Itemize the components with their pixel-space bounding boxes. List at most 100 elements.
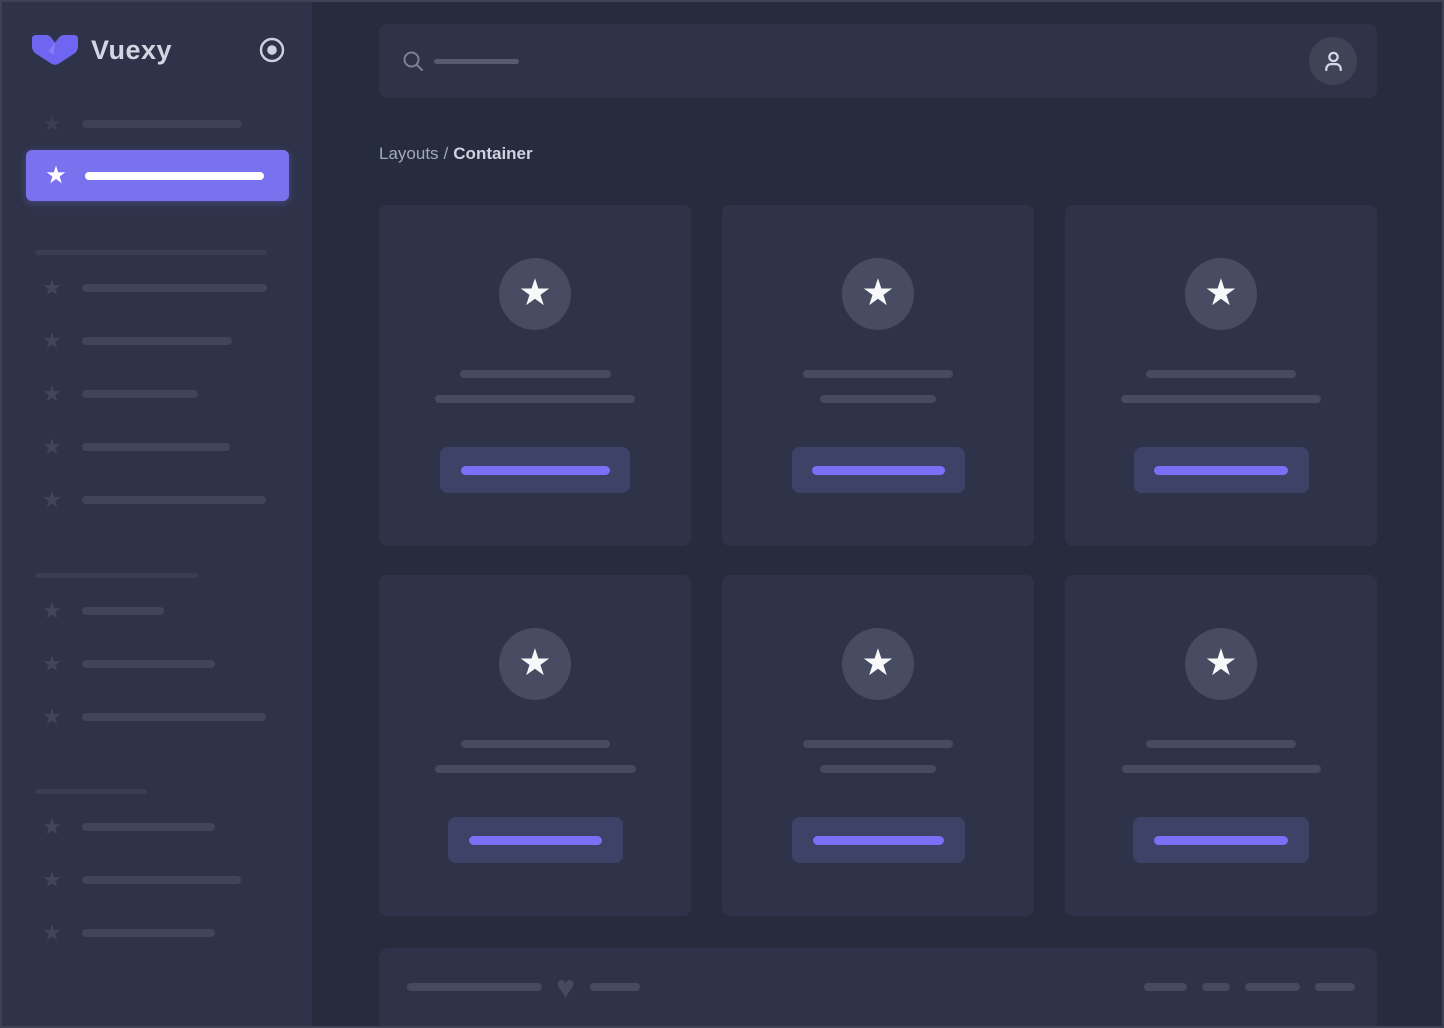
star-icon: ★ <box>1204 272 1238 313</box>
card-action-button[interactable] <box>791 447 965 493</box>
star-icon: ★ <box>518 642 552 683</box>
star-icon: ★ <box>42 866 62 892</box>
search-bar[interactable] <box>379 24 1377 98</box>
button-label-bar <box>468 835 602 845</box>
sidebar-item[interactable]: ★ <box>2 314 312 367</box>
card-avatar-circle: ★ <box>1185 258 1257 330</box>
sidebar: Vuexy ★ ★ ★ ★ ★ ★ ★ ★ ★ ★ ★ ★ ★ <box>2 2 312 1026</box>
skeleton-text-bar <box>435 395 635 403</box>
app-window: Vuexy ★ ★ ★ ★ ★ ★ ★ ★ ★ ★ ★ ★ ★ Layouts … <box>0 0 1444 1028</box>
star-icon: ★ <box>42 486 62 512</box>
skeleton-label-bar <box>82 659 215 668</box>
sidebar-item[interactable]: ★ <box>2 853 312 906</box>
star-icon: ★ <box>45 161 67 189</box>
star-icon: ★ <box>861 272 895 313</box>
sidebar-item[interactable]: ★ <box>2 473 312 526</box>
skeleton-text-bar <box>1146 740 1296 748</box>
placeholder-card: ★ <box>722 575 1034 916</box>
star-icon: ★ <box>42 433 62 459</box>
skeleton-text-bar <box>434 765 636 773</box>
breadcrumb-separator: / <box>443 144 449 163</box>
placeholder-card: ★ <box>1065 205 1377 546</box>
star-icon: ★ <box>861 642 895 683</box>
placeholder-card: ★ <box>379 205 691 546</box>
button-label-bar <box>1154 835 1288 845</box>
star-icon: ★ <box>42 111 62 136</box>
skeleton-label-bar <box>82 928 215 937</box>
footer: ♥ <box>379 948 1377 1026</box>
skeleton-label-bar <box>82 875 241 884</box>
sidebar-section-header-bar <box>35 250 267 255</box>
sidebar-item[interactable]: ★ <box>2 367 312 420</box>
brand-title: Vuexy <box>91 34 173 65</box>
user-avatar-button[interactable] <box>1309 37 1357 85</box>
card-avatar-circle: ★ <box>499 628 571 700</box>
skeleton-label-bar <box>82 712 266 721</box>
breadcrumb-parent[interactable]: Layouts <box>379 144 439 163</box>
footer-link-bar <box>1202 983 1230 991</box>
sidebar-item-active[interactable]: ★ <box>26 150 289 201</box>
sidebar-item[interactable]: ★ <box>2 690 312 743</box>
star-icon: ★ <box>42 380 62 406</box>
card-action-button[interactable] <box>1133 447 1309 493</box>
star-icon: ★ <box>1204 642 1238 683</box>
card-action-button[interactable] <box>791 817 965 863</box>
star-icon: ★ <box>42 919 62 945</box>
sidebar-section-header-bar <box>35 789 147 794</box>
search-placeholder-bar <box>434 58 519 64</box>
star-icon: ★ <box>42 703 62 729</box>
breadcrumb-current: Container <box>453 144 533 163</box>
sidebar-section-header-bar <box>35 573 198 578</box>
radio-dot-icon[interactable] <box>258 36 286 64</box>
skeleton-label-bar <box>82 120 242 128</box>
heart-icon: ♥ <box>556 969 575 1005</box>
skeleton-text-bar <box>1121 395 1321 403</box>
button-label-bar <box>1154 465 1288 475</box>
button-label-bar <box>460 465 610 475</box>
skeleton-text-bar <box>803 740 953 748</box>
footer-link-bar <box>1144 983 1187 991</box>
footer-link-bar <box>1315 983 1355 991</box>
sidebar-item[interactable]: ★ <box>2 420 312 473</box>
card-avatar-circle: ★ <box>842 628 914 700</box>
button-label-bar <box>812 835 944 845</box>
sidebar-item[interactable]: ★ <box>2 261 312 314</box>
skeleton-label-bar <box>82 442 230 451</box>
sidebar-item[interactable]: ★ <box>2 98 312 150</box>
card-action-button[interactable] <box>440 447 630 493</box>
skeleton-label-bar <box>85 171 264 180</box>
sidebar-item[interactable]: ★ <box>2 800 312 853</box>
star-icon: ★ <box>42 597 62 623</box>
card-grid: ★ ★ ★ ★ ★ ★ <box>379 205 1377 916</box>
person-icon <box>1324 51 1342 71</box>
placeholder-card: ★ <box>1065 575 1377 916</box>
placeholder-card: ★ <box>722 205 1034 546</box>
star-icon: ★ <box>42 327 62 353</box>
skeleton-text-bar <box>803 370 953 378</box>
card-action-button[interactable] <box>447 817 623 863</box>
skeleton-text-bar <box>459 370 611 378</box>
card-avatar-circle: ★ <box>499 258 571 330</box>
skeleton-label-bar <box>82 336 232 345</box>
placeholder-card: ★ <box>379 575 691 916</box>
breadcrumb: Layouts / Container <box>379 144 1377 164</box>
sidebar-item[interactable]: ★ <box>2 584 312 637</box>
card-avatar-circle: ★ <box>1185 628 1257 700</box>
sidebar-item[interactable]: ★ <box>2 906 312 959</box>
star-icon: ★ <box>42 650 62 676</box>
card-avatar-circle: ★ <box>842 258 914 330</box>
skeleton-text-bar <box>1146 370 1296 378</box>
button-label-bar <box>811 465 945 475</box>
vuexy-logo-icon <box>32 35 78 65</box>
skeleton-label-bar <box>82 389 198 398</box>
search-icon <box>403 51 423 71</box>
star-icon: ★ <box>42 813 62 839</box>
skeleton-label-bar <box>82 606 164 615</box>
skeleton-label-bar <box>82 283 267 292</box>
card-action-button[interactable] <box>1133 817 1309 863</box>
footer-link-bar <box>1245 983 1300 991</box>
skeleton-label-bar <box>82 822 215 831</box>
star-icon: ★ <box>518 272 552 313</box>
skeleton-text-bar <box>1121 765 1321 773</box>
sidebar-item[interactable]: ★ <box>2 637 312 690</box>
